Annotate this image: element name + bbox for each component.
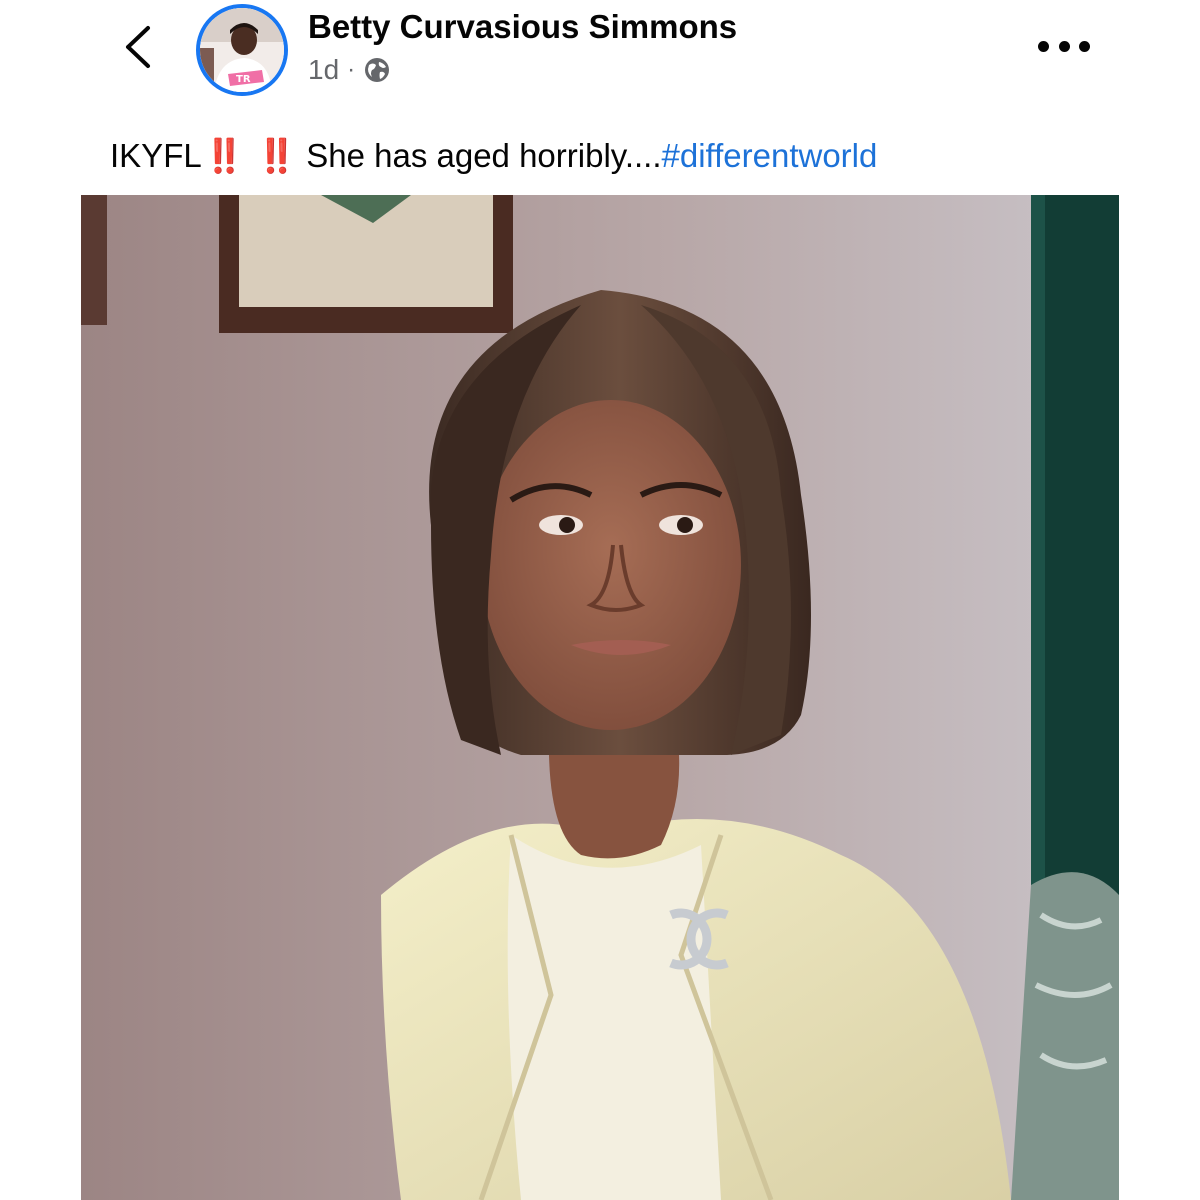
author-name[interactable]: Betty Curvasious Simmons [308, 8, 737, 46]
avatar[interactable]: TR [196, 4, 288, 96]
chevron-left-icon [126, 26, 150, 68]
globe-icon[interactable] [363, 56, 391, 84]
more-horizontal-icon [1038, 40, 1049, 52]
meta-separator: · [347, 56, 356, 83]
double-exclamation-emoji: ‼️ [255, 137, 297, 174]
double-exclamation-emoji: ‼️ [203, 137, 245, 174]
post-text-prefix: IKYFL [110, 137, 202, 174]
post-text: IKYFL‼️ ‼️ She has aged horribly....#dif… [110, 134, 877, 178]
more-options-button[interactable] [1038, 34, 1090, 58]
back-button[interactable] [118, 22, 158, 72]
post-photo[interactable] [81, 195, 1119, 1200]
post-header: TR Betty Curvasious Simmons 1d · [0, 0, 1200, 110]
hashtag-link[interactable]: #differentworld [662, 137, 878, 174]
post-timestamp[interactable]: 1d [308, 54, 339, 86]
post-meta: 1d · [308, 52, 391, 88]
svg-text:TR: TR [236, 74, 251, 85]
post-text-body: She has aged horribly.... [306, 137, 662, 174]
